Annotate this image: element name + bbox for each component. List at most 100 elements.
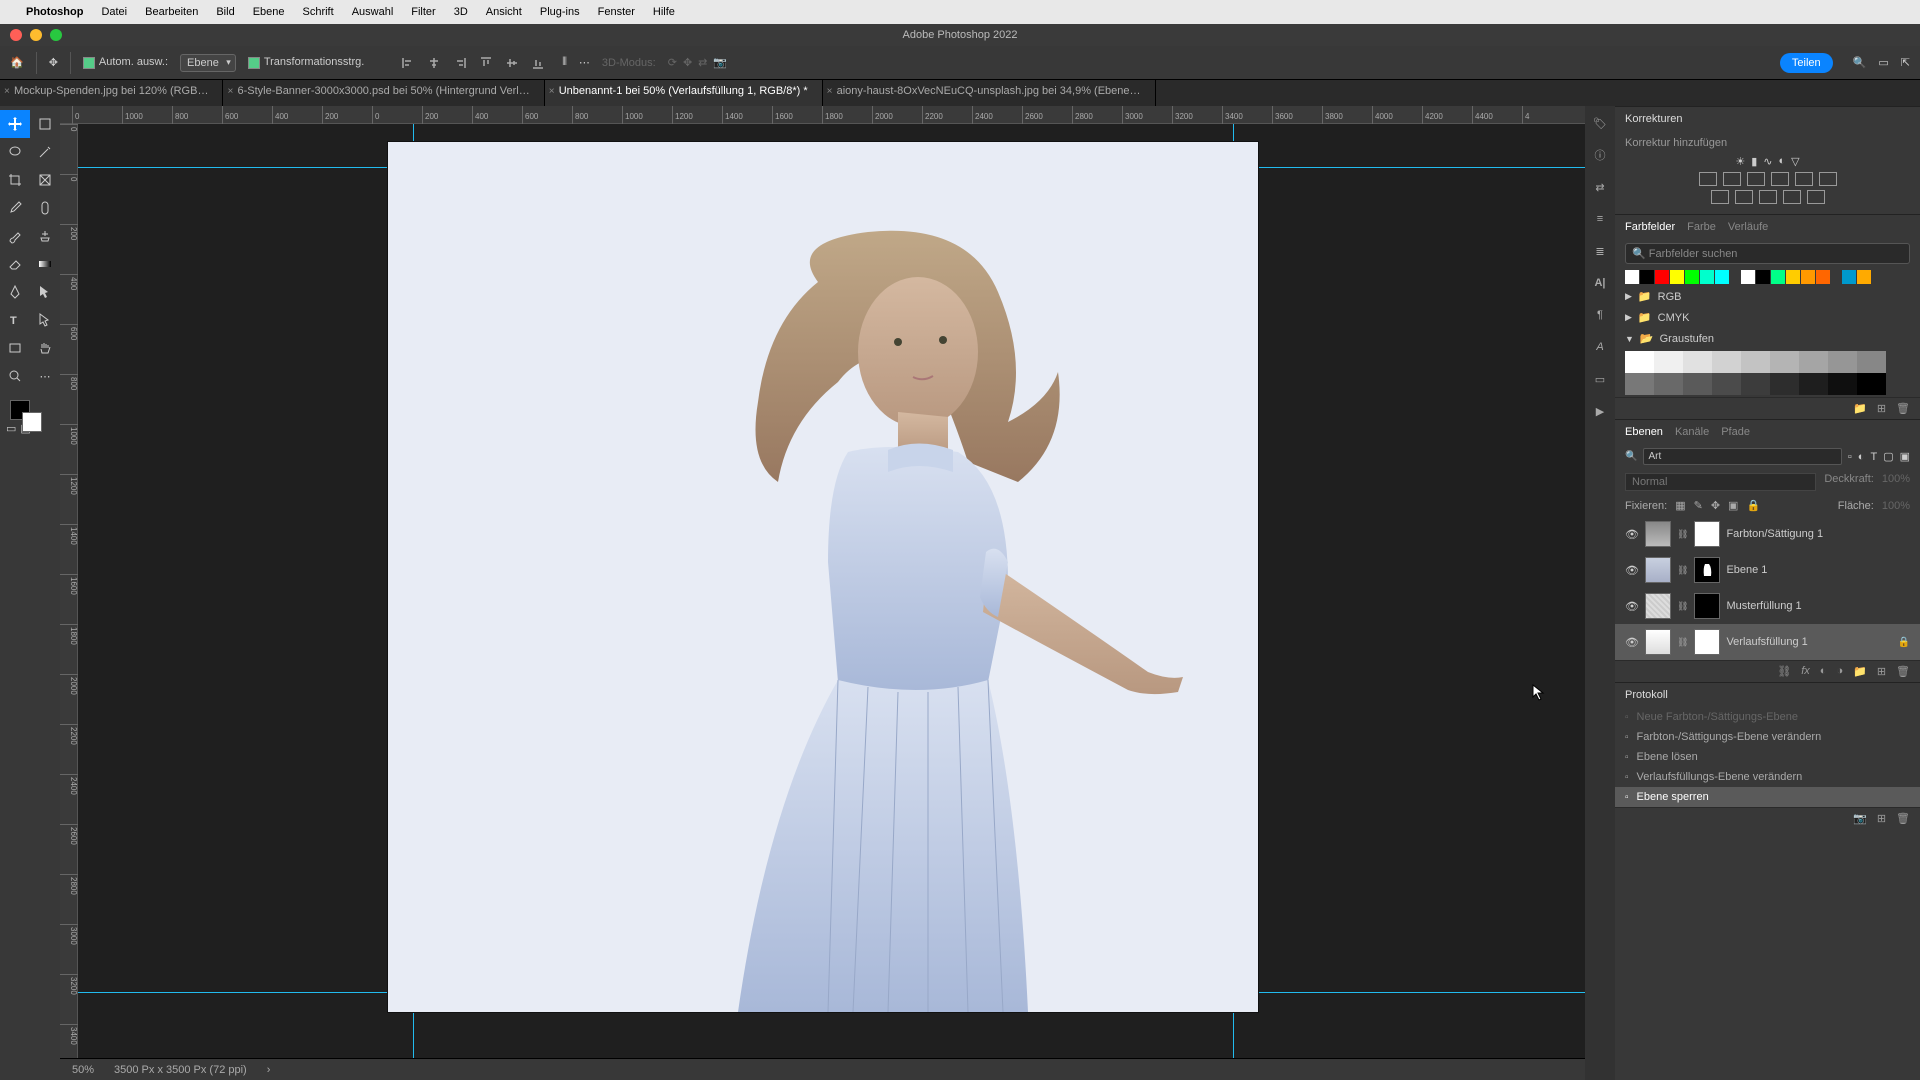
document-dimensions[interactable]: 3500 Px x 3500 Px (72 ppi) xyxy=(114,1064,247,1076)
swatch[interactable] xyxy=(1670,270,1684,284)
filter-adj-icon[interactable]: ◐ xyxy=(1858,451,1865,463)
document-tab[interactable]: ×Unbenannt-1 bei 50% (Verlaufsfüllung 1,… xyxy=(545,80,823,106)
new-swatch-icon[interactable]: ⊞ xyxy=(1877,402,1886,415)
fx-icon[interactable]: fx xyxy=(1801,665,1810,678)
channels-tab�[interactable]: Kanäle xyxy=(1675,426,1709,438)
align-bottom-icon[interactable] xyxy=(526,52,550,74)
document-tab[interactable]: ×6-Style-Banner-3000x3000.psd bei 50% (H… xyxy=(223,80,544,106)
history-item[interactable]: ▫ Verlaufsfüllungs-Ebene verändern xyxy=(1615,767,1920,787)
bw-icon[interactable] xyxy=(1747,172,1765,186)
crop-tool[interactable] xyxy=(0,166,30,194)
history-item[interactable]: ▫ Neue Farbton-/Sättigungs-Ebene xyxy=(1615,707,1920,727)
panel-icon[interactable]: ≡ xyxy=(1591,210,1609,228)
gradient-map-icon[interactable] xyxy=(1783,190,1801,204)
close-tab-icon[interactable]: × xyxy=(827,86,833,97)
threshold-icon[interactable] xyxy=(1759,190,1777,204)
folder[interactable]: ▶📁 RGB xyxy=(1615,286,1920,307)
swatch[interactable] xyxy=(1654,351,1683,373)
mask-thumbnail[interactable] xyxy=(1694,629,1720,655)
opacity-value[interactable]: 100% xyxy=(1882,473,1910,491)
app-name[interactable]: Photoshop xyxy=(26,6,83,18)
artboard-tool[interactable] xyxy=(30,110,60,138)
folder[interactable]: ▶📁 CMYK xyxy=(1615,307,1920,328)
swatch[interactable] xyxy=(1756,270,1770,284)
history-item[interactable]: ▫ Farbton-/Sättigungs-Ebene verändern xyxy=(1615,727,1920,747)
delete-layer-icon[interactable]: 🗑 xyxy=(1896,665,1910,678)
eraser-tool[interactable] xyxy=(0,250,30,278)
workspace-icon[interactable]: ▭ xyxy=(1878,56,1888,69)
swatches-search-input[interactable]: 🔍 Farbfelder suchen xyxy=(1625,243,1910,264)
swatch[interactable] xyxy=(1741,373,1770,395)
layer-row[interactable]: 👁⛓Verlaufsfüllung 1🔒 xyxy=(1615,624,1920,660)
background-color[interactable] xyxy=(22,412,42,432)
link-icon[interactable]: ⛓ xyxy=(1677,637,1688,648)
pen-tool[interactable] xyxy=(0,278,30,306)
menu-item[interactable]: Fenster xyxy=(598,6,635,18)
swatch[interactable] xyxy=(1683,351,1712,373)
menu-item[interactable]: Bild xyxy=(216,6,234,18)
panel-icon[interactable]: ≣ xyxy=(1591,242,1609,260)
swatch[interactable] xyxy=(1712,373,1741,395)
menu-item[interactable]: Filter xyxy=(411,6,435,18)
filter-pixel-icon[interactable]: ▫ xyxy=(1848,451,1852,463)
link-layers-icon[interactable]: ⛓ xyxy=(1777,665,1791,678)
filter-smart-icon[interactable]: ▣ xyxy=(1900,450,1910,463)
magic-wand-tool[interactable] xyxy=(30,138,60,166)
swatch[interactable] xyxy=(1857,270,1871,284)
mask-thumbnail[interactable] xyxy=(1694,557,1720,583)
type-tool[interactable]: T xyxy=(0,306,30,334)
menu-item[interactable]: Ebene xyxy=(253,6,285,18)
lock-pixels-icon[interactable]: ▦ xyxy=(1675,499,1685,512)
adjustments-panel-title[interactable]: Korrekturen xyxy=(1615,106,1920,131)
swatch[interactable] xyxy=(1712,351,1741,373)
link-icon[interactable]: ⛓ xyxy=(1677,529,1688,540)
hue-sat-icon[interactable] xyxy=(1699,172,1717,186)
delete-icon[interactable]: 🗑 xyxy=(1896,402,1910,415)
paths-tab[interactable]: Pfade xyxy=(1721,426,1750,438)
layer-thumbnail[interactable] xyxy=(1645,521,1671,547)
more-options-icon[interactable]: ⋯ xyxy=(579,56,590,69)
window-close-button[interactable] xyxy=(10,29,22,41)
vertical-ruler[interactable]: 0020040060080010001200140016001800200022… xyxy=(60,124,78,1058)
menu-item[interactable]: Schrift xyxy=(303,6,334,18)
color-picker[interactable] xyxy=(0,394,60,440)
swatch[interactable] xyxy=(1799,351,1828,373)
layer-thumbnail[interactable] xyxy=(1645,593,1671,619)
new-layer-icon[interactable]: ⊞ xyxy=(1877,665,1886,678)
swatch[interactable] xyxy=(1655,270,1669,284)
healing-brush-tool[interactable] xyxy=(30,194,60,222)
link-icon[interactable]: ⛓ xyxy=(1677,601,1688,612)
swatch[interactable] xyxy=(1770,373,1799,395)
lock-all-icon[interactable]: 🔒 xyxy=(1746,499,1760,512)
close-tab-icon[interactable]: × xyxy=(227,86,233,97)
panel-icon[interactable]: 🏷 xyxy=(1591,114,1609,132)
hand-tool[interactable] xyxy=(30,334,60,362)
document-tab[interactable]: ×aiony-haust-8OxVecNEuCQ-unsplash.jpg be… xyxy=(823,80,1156,106)
document-tab[interactable]: ×Mockup-Spenden.jpg bei 120% (RGB… xyxy=(0,80,223,106)
move-tool[interactable] xyxy=(0,110,30,138)
adjustment-icon[interactable]: ◑ xyxy=(1836,665,1843,678)
status-chevron-icon[interactable]: › xyxy=(267,1064,271,1076)
selective-color-icon[interactable] xyxy=(1807,190,1825,204)
menu-item[interactable]: 3D xyxy=(454,6,468,18)
visibility-icon[interactable]: 👁 xyxy=(1625,636,1639,649)
distribute-icon[interactable]: ⫴ xyxy=(562,56,567,69)
layer-row[interactable]: 👁⛓Ebene 1 xyxy=(1615,552,1920,588)
swatch[interactable] xyxy=(1741,270,1755,284)
export-icon[interactable]: ⇱ xyxy=(1901,56,1910,69)
menu-item[interactable]: Ansicht xyxy=(486,6,522,18)
panel-icon[interactable]: ⓘ xyxy=(1591,146,1609,164)
menu-item[interactable]: Hilfe xyxy=(653,6,675,18)
swatch[interactable] xyxy=(1842,270,1856,284)
window-minimize-button[interactable] xyxy=(30,29,42,41)
move-tool-icon[interactable]: ✥ xyxy=(49,56,58,69)
eyedropper-tool[interactable] xyxy=(0,194,30,222)
layer-filter-dropdown[interactable]: Art xyxy=(1643,448,1841,465)
brightness-icon[interactable]: ☀ xyxy=(1735,155,1745,168)
folder[interactable]: ▼📂 Graustufen xyxy=(1615,328,1920,349)
layer-row[interactable]: 👁⛓Musterfüllung 1 xyxy=(1615,588,1920,624)
lock-paint-icon[interactable]: ✎ xyxy=(1694,499,1703,512)
lock-position-icon[interactable]: ✥ xyxy=(1711,499,1720,512)
transform-controls-checkbox[interactable]: Transformationsstrg. xyxy=(248,56,364,68)
zoom-level[interactable]: 50% xyxy=(72,1064,94,1076)
